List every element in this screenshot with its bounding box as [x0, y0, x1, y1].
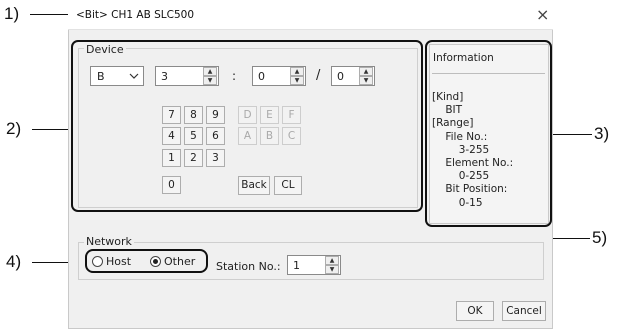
keypad-d-button: D — [238, 106, 257, 124]
close-icon[interactable]: × — [536, 5, 549, 25]
device-type-value: B — [97, 70, 105, 83]
station-number-up-button[interactable]: ▲ — [325, 256, 339, 265]
other-label[interactable]: Other — [164, 255, 195, 268]
clear-button[interactable]: CL — [274, 176, 302, 195]
keypad-5-button[interactable]: 5 — [184, 127, 203, 145]
bit-position-value: 0 — [337, 70, 344, 83]
station-number-down-button[interactable]: ▼ — [325, 265, 339, 274]
chevron-down-icon — [129, 73, 139, 79]
file-number-value: 3 — [161, 70, 168, 83]
callout-4: 4) — [6, 252, 22, 271]
other-radio[interactable] — [150, 256, 161, 267]
keypad-8-button[interactable]: 8 — [184, 106, 203, 124]
keypad-9-button[interactable]: 9 — [206, 106, 225, 124]
keypad-0-button[interactable]: 0 — [162, 176, 181, 194]
keypad-e-button: E — [260, 106, 279, 124]
ok-button[interactable]: OK — [456, 301, 494, 321]
keypad-1-button[interactable]: 1 — [162, 149, 181, 167]
host-radio[interactable] — [92, 256, 103, 267]
callout-2-leader — [32, 129, 72, 130]
keypad-2-button[interactable]: 2 — [184, 149, 203, 167]
station-number-value: 1 — [293, 259, 300, 272]
information-title: Information — [433, 52, 494, 64]
keypad-3-button[interactable]: 3 — [206, 149, 225, 167]
callout-1: 1) — [4, 4, 20, 23]
file-number-up-button[interactable]: ▲ — [203, 67, 217, 76]
callout-5: 5) — [592, 228, 608, 247]
element-number-down-button[interactable]: ▼ — [290, 76, 304, 85]
keypad-6-button[interactable]: 6 — [206, 127, 225, 145]
element-number-value: 0 — [258, 70, 265, 83]
callout-2: 2) — [6, 119, 22, 138]
back-button[interactable]: Back — [238, 176, 270, 195]
keypad-c-button: C — [282, 127, 301, 145]
device-type-select[interactable]: B — [90, 66, 144, 86]
information-body: [Kind] BIT [Range] File No.: 3-255 Eleme… — [432, 91, 514, 209]
keypad-a-button: A — [238, 127, 257, 145]
network-group-label: Network — [84, 235, 134, 248]
keypad-7-button[interactable]: 7 — [162, 106, 181, 124]
callout-3-leader — [552, 134, 592, 135]
file-element-separator: : — [232, 69, 237, 83]
host-label[interactable]: Host — [106, 255, 131, 268]
keypad-b-button: B — [260, 127, 279, 145]
keypad-4-button[interactable]: 4 — [162, 127, 181, 145]
keypad-f-button: F — [282, 106, 301, 124]
file-number-down-button[interactable]: ▼ — [203, 76, 217, 85]
bit-position-down-button[interactable]: ▼ — [359, 76, 373, 85]
callout-3: 3) — [594, 124, 610, 143]
device-group-label: Device — [84, 43, 126, 56]
cancel-button[interactable]: Cancel — [502, 301, 546, 321]
dialog-title: <Bit> CH1 AB SLC500 — [76, 9, 195, 21]
element-number-up-button[interactable]: ▲ — [290, 67, 304, 76]
bit-position-up-button[interactable]: ▲ — [359, 67, 373, 76]
information-divider — [432, 73, 545, 74]
element-bit-separator: / — [316, 68, 321, 83]
station-number-label: Station No.: — [216, 260, 281, 273]
